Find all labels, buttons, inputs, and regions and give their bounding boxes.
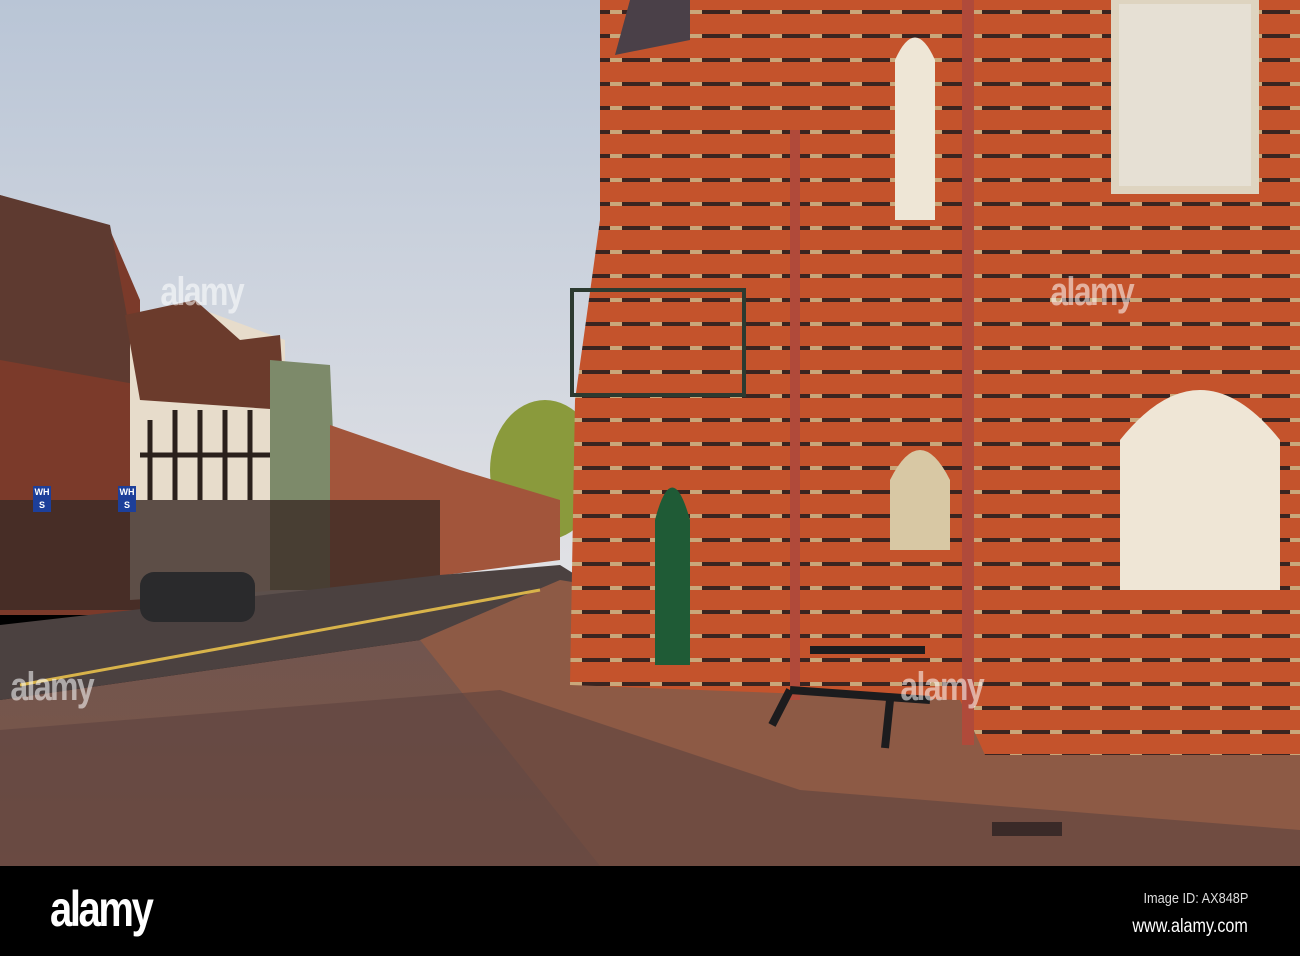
whs-shop-sign: WH S — [33, 486, 51, 512]
arched-window — [1120, 390, 1280, 590]
photo-stage: WH S WH S alamy alamy alamy alamy alamy … — [0, 0, 1300, 956]
watermark: alamy — [900, 665, 984, 709]
small-rose-window — [890, 450, 950, 550]
street-photo — [0, 0, 1300, 866]
site-url: www.alamy.com — [1132, 916, 1248, 937]
drain-grate — [992, 822, 1062, 836]
parked-car — [140, 572, 255, 622]
whs-shop-sign: WH S — [118, 486, 136, 512]
image-id: Image ID: AX848P — [1143, 890, 1248, 907]
alamy-logo: alamy — [50, 881, 154, 937]
watermark: alamy — [10, 665, 94, 709]
watermark: alamy — [160, 270, 244, 314]
upper-window — [1111, 0, 1259, 194]
watermark: alamy — [1050, 270, 1134, 314]
gothic-window — [895, 37, 935, 220]
green-door — [655, 487, 690, 665]
footer-bar: alamy Image ID: AX848P www.alamy.com — [0, 866, 1300, 956]
